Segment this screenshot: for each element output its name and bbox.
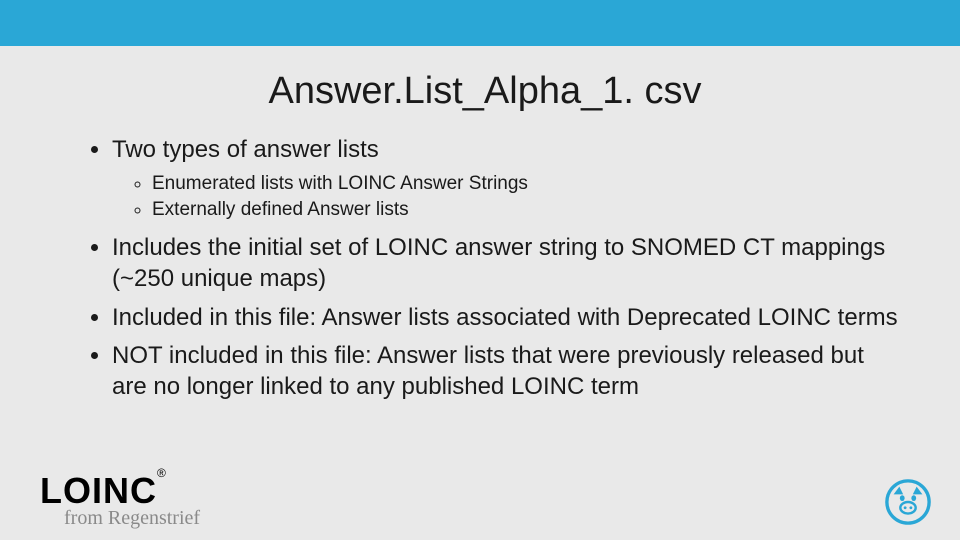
- loinc-logo: LOINC® from Regenstrief: [40, 473, 200, 530]
- bullet-list: Two types of answer lists Enumerated lis…: [70, 135, 900, 403]
- bullet-text: NOT included in this file: Answer lists …: [112, 342, 864, 400]
- list-item: Enumerated lists with LOINC Answer Strin…: [152, 172, 900, 197]
- list-item: Two types of answer lists Enumerated lis…: [112, 135, 900, 223]
- bullet-text: Includes the initial set of LOINC answer…: [112, 234, 885, 292]
- sub-bullet-list: Enumerated lists with LOINC Answer Strin…: [112, 172, 900, 223]
- logo-text: LOINC®: [40, 473, 200, 509]
- bullet-text: Included in this file: Answer lists asso…: [112, 304, 898, 331]
- list-item: NOT included in this file: Answer lists …: [112, 341, 900, 402]
- registered-mark: ®: [157, 466, 167, 480]
- bullet-text: Enumerated lists with LOINC Answer Strin…: [152, 173, 528, 194]
- bullet-text: Externally defined Answer lists: [152, 199, 409, 220]
- pig-icon: [884, 478, 932, 526]
- slide-title: Answer.List_Alpha_1. csv: [70, 70, 900, 113]
- bullet-text: Two types of answer lists: [112, 136, 379, 163]
- slide-body: Answer.List_Alpha_1. csv Two types of an…: [0, 70, 960, 403]
- list-item: Includes the initial set of LOINC answer…: [112, 233, 900, 294]
- logo-word: LOINC: [40, 470, 157, 511]
- list-item: Externally defined Answer lists: [152, 198, 900, 223]
- accent-bar: [0, 0, 960, 46]
- list-item: Included in this file: Answer lists asso…: [112, 303, 900, 334]
- footer: LOINC® from Regenstrief: [40, 473, 940, 530]
